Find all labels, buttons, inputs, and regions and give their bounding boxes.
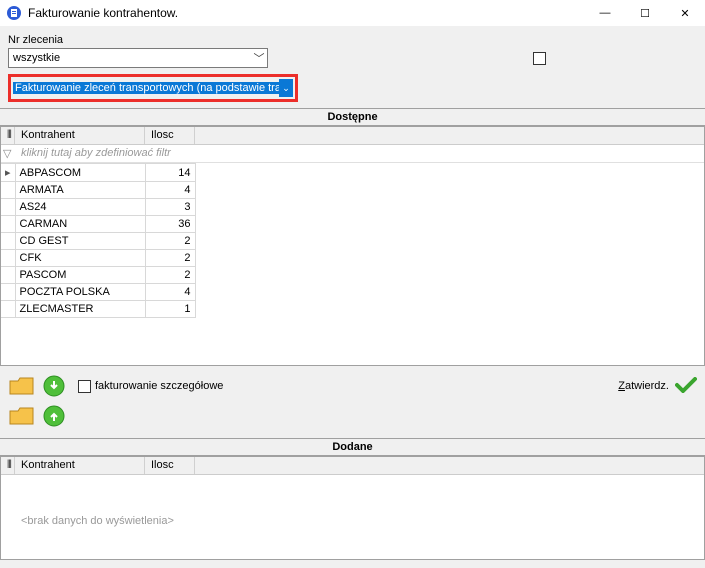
confirm-label[interactable]: Zatwierdz.	[618, 380, 669, 392]
table-row[interactable]: ▸ABPASCOM14	[1, 164, 195, 182]
chevron-down-icon: ⌄	[279, 79, 293, 97]
minimize-button[interactable]: —	[585, 0, 625, 26]
window-title: Fakturowanie kontrahentow.	[28, 6, 585, 20]
cell-ilosc: 2	[145, 250, 195, 267]
add-up-button[interactable]	[40, 402, 68, 430]
table-row[interactable]: ARMATA4	[1, 182, 195, 199]
maximize-button[interactable]: ☐	[625, 0, 665, 26]
mid-toolbar-2	[8, 402, 697, 432]
grid-available[interactable]: ⦀ Kontrahent Ilosc ▽ kliknij tutaj aby z…	[0, 126, 705, 366]
cell-kontrahent: POCZTA POLSKA	[15, 284, 145, 301]
cell-ilosc: 2	[145, 233, 195, 250]
row-indicator	[1, 182, 15, 199]
order-no-label: Nr zlecenia	[8, 34, 697, 46]
cell-kontrahent: CARMAN	[15, 216, 145, 233]
table-row[interactable]: CARMAN36	[1, 216, 195, 233]
cell-ilosc: 1	[145, 301, 195, 318]
row-indicator	[1, 233, 15, 250]
invoice-mode-value: Fakturowanie zleceń transportowych (na p…	[13, 82, 279, 94]
row-indicator	[1, 199, 15, 216]
cell-kontrahent: CFK	[15, 250, 145, 267]
section-available: Dostępne	[0, 108, 705, 126]
col-kontrahent[interactable]: Kontrahent	[15, 127, 145, 144]
cell-kontrahent: ARMATA	[15, 182, 145, 199]
col-ilosc[interactable]: Ilosc	[145, 127, 195, 144]
row-indicator	[1, 301, 15, 318]
move-down-button[interactable]	[8, 372, 36, 400]
table-row[interactable]: AS243	[1, 199, 195, 216]
client-area: Nr zlecenia wszystkie ﹀ Fakturowanie zle…	[0, 26, 705, 568]
row-indicator	[1, 250, 15, 267]
no-data-text: <brak danych do wyświetlenia>	[1, 475, 704, 527]
invoice-mode-highlight: Fakturowanie zleceń transportowych (na p…	[8, 74, 298, 102]
cell-kontrahent: PASCOM	[15, 267, 145, 284]
close-button[interactable]: ✕	[665, 0, 705, 26]
col-ilosc[interactable]: Ilosc	[145, 457, 195, 474]
order-no-value: wszystkie	[9, 52, 251, 64]
table-row[interactable]: POCZTA POLSKA4	[1, 284, 195, 301]
cell-ilosc: 36	[145, 216, 195, 233]
cell-ilosc: 2	[145, 267, 195, 284]
section-added: Dodane	[0, 438, 705, 456]
detail-invoice-label: fakturowanie szczegółowe	[95, 380, 223, 392]
table-row[interactable]: CFK2	[1, 250, 195, 267]
cell-ilosc: 4	[145, 182, 195, 199]
order-no-combo[interactable]: wszystkie ﹀	[8, 48, 268, 68]
top-checkbox[interactable]	[533, 52, 546, 65]
cell-ilosc: 3	[145, 199, 195, 216]
add-down-button[interactable]	[40, 372, 68, 400]
cell-kontrahent: CD GEST	[15, 233, 145, 250]
grid-header: ⦀ Kontrahent Ilosc	[1, 127, 704, 145]
mid-toolbar: fakturowanie szczegółowe Zatwierdz.	[8, 366, 697, 402]
grid-added[interactable]: ⦀ Kontrahent Ilosc <brak danych do wyświ…	[0, 456, 705, 560]
grid-rows: ▸ABPASCOM14ARMATA4AS243CARMAN36CD GEST2C…	[1, 163, 196, 318]
filter-icon: ▽	[1, 145, 15, 162]
detail-invoice-checkbox[interactable]	[78, 380, 91, 393]
column-selector-icon[interactable]: ⦀	[1, 457, 15, 474]
row-indicator	[1, 267, 15, 284]
title-bar: Fakturowanie kontrahentow. — ☐ ✕	[0, 0, 705, 26]
chevron-down-icon: ﹀	[251, 50, 267, 66]
cell-kontrahent: ZLECMASTER	[15, 301, 145, 318]
cell-kontrahent: AS24	[15, 199, 145, 216]
window-buttons: — ☐ ✕	[585, 0, 705, 26]
table-row[interactable]: ZLECMASTER1	[1, 301, 195, 318]
row-indicator: ▸	[1, 164, 15, 182]
cell-ilosc: 4	[145, 284, 195, 301]
cell-ilosc: 14	[145, 164, 195, 182]
row-indicator	[1, 216, 15, 233]
invoice-mode-combo[interactable]: Fakturowanie zleceń transportowych (na p…	[13, 79, 293, 97]
table-row[interactable]: PASCOM2	[1, 267, 195, 284]
table-row[interactable]: CD GEST2	[1, 233, 195, 250]
cell-kontrahent: ABPASCOM	[15, 164, 145, 182]
row-indicator	[1, 284, 15, 301]
col-kontrahent[interactable]: Kontrahent	[15, 457, 145, 474]
grid-added-header: ⦀ Kontrahent Ilosc	[1, 457, 704, 475]
filter-hint[interactable]: kliknij tutaj aby zdefiniować filtr	[15, 145, 177, 162]
grid-filter-row[interactable]: ▽ kliknij tutaj aby zdefiniować filtr	[1, 145, 704, 163]
app-icon	[6, 5, 22, 21]
column-selector-icon[interactable]: ⦀	[1, 127, 15, 144]
move-up-button[interactable]	[8, 402, 36, 430]
confirm-check-icon[interactable]	[669, 377, 697, 396]
